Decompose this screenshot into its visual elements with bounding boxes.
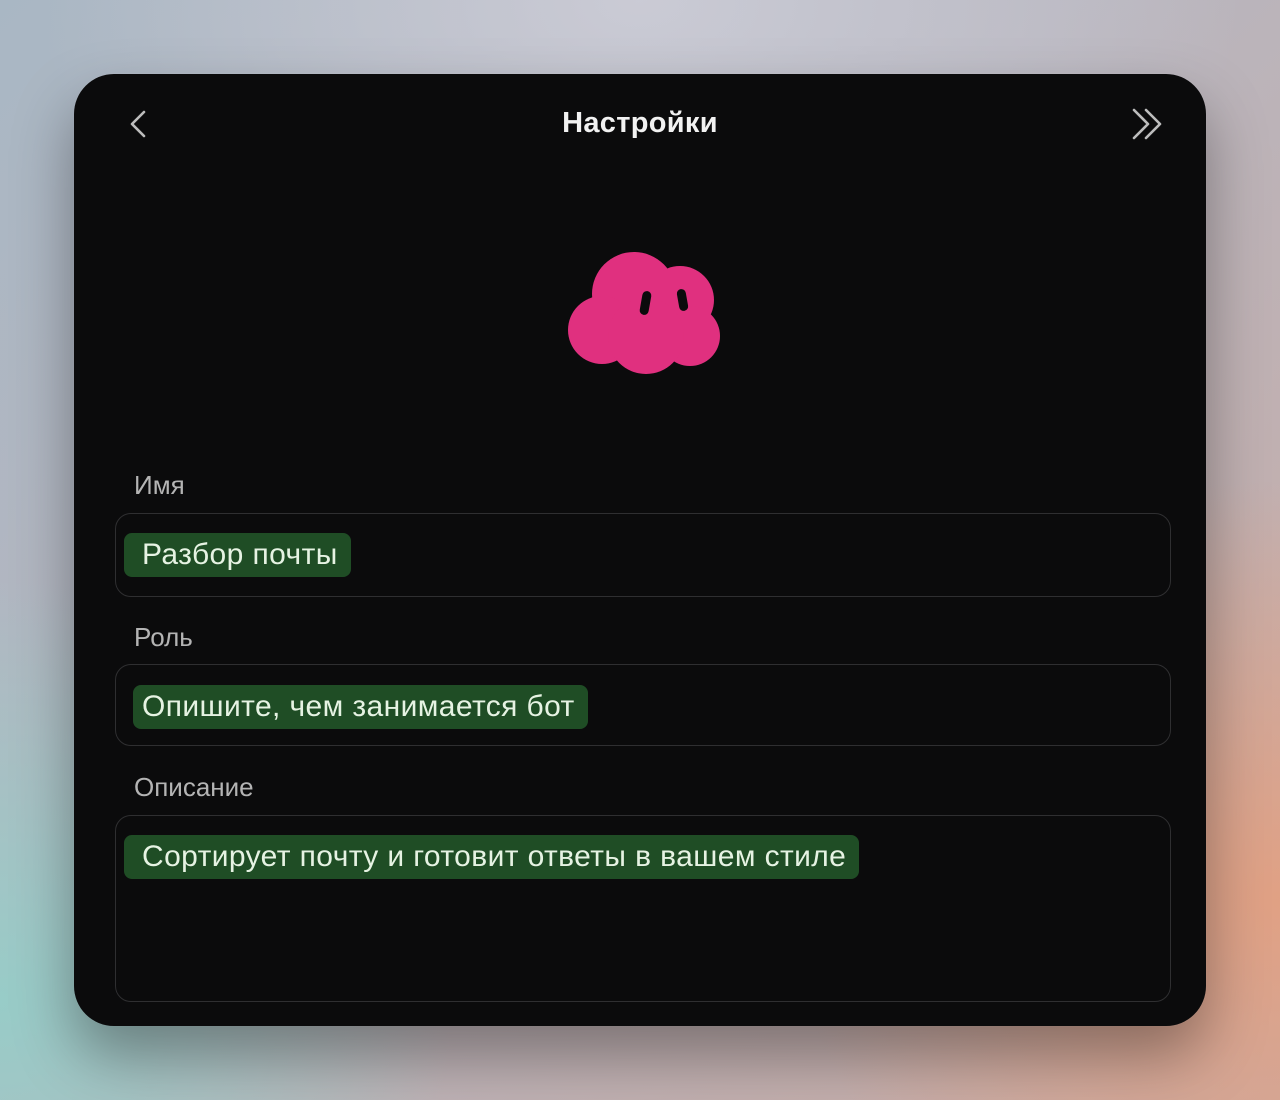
description-field-label: Описание bbox=[134, 772, 254, 802]
role-field-value: Опишите, чем занимается бот bbox=[133, 685, 588, 729]
description-field-value: Сортирует почту и готовит ответы в вашем… bbox=[124, 835, 860, 879]
name-field-label: Имя bbox=[134, 470, 185, 500]
role-field[interactable]: Опишите, чем занимается бот bbox=[115, 664, 1171, 746]
cloud-mascot-icon bbox=[568, 252, 720, 374]
name-field-value: Разбор почты bbox=[124, 533, 351, 577]
double-chevron-right-icon bbox=[1132, 108, 1162, 140]
description-field[interactable]: Сортирует почту и готовит ответы в вашем… bbox=[115, 815, 1171, 1002]
page-title: Настройки bbox=[562, 107, 718, 139]
bot-avatar[interactable] bbox=[562, 246, 728, 382]
role-field-label: Роль bbox=[134, 622, 193, 652]
collapse-panel-button[interactable] bbox=[1126, 104, 1172, 144]
name-field[interactable]: Разбор почты bbox=[115, 513, 1171, 597]
